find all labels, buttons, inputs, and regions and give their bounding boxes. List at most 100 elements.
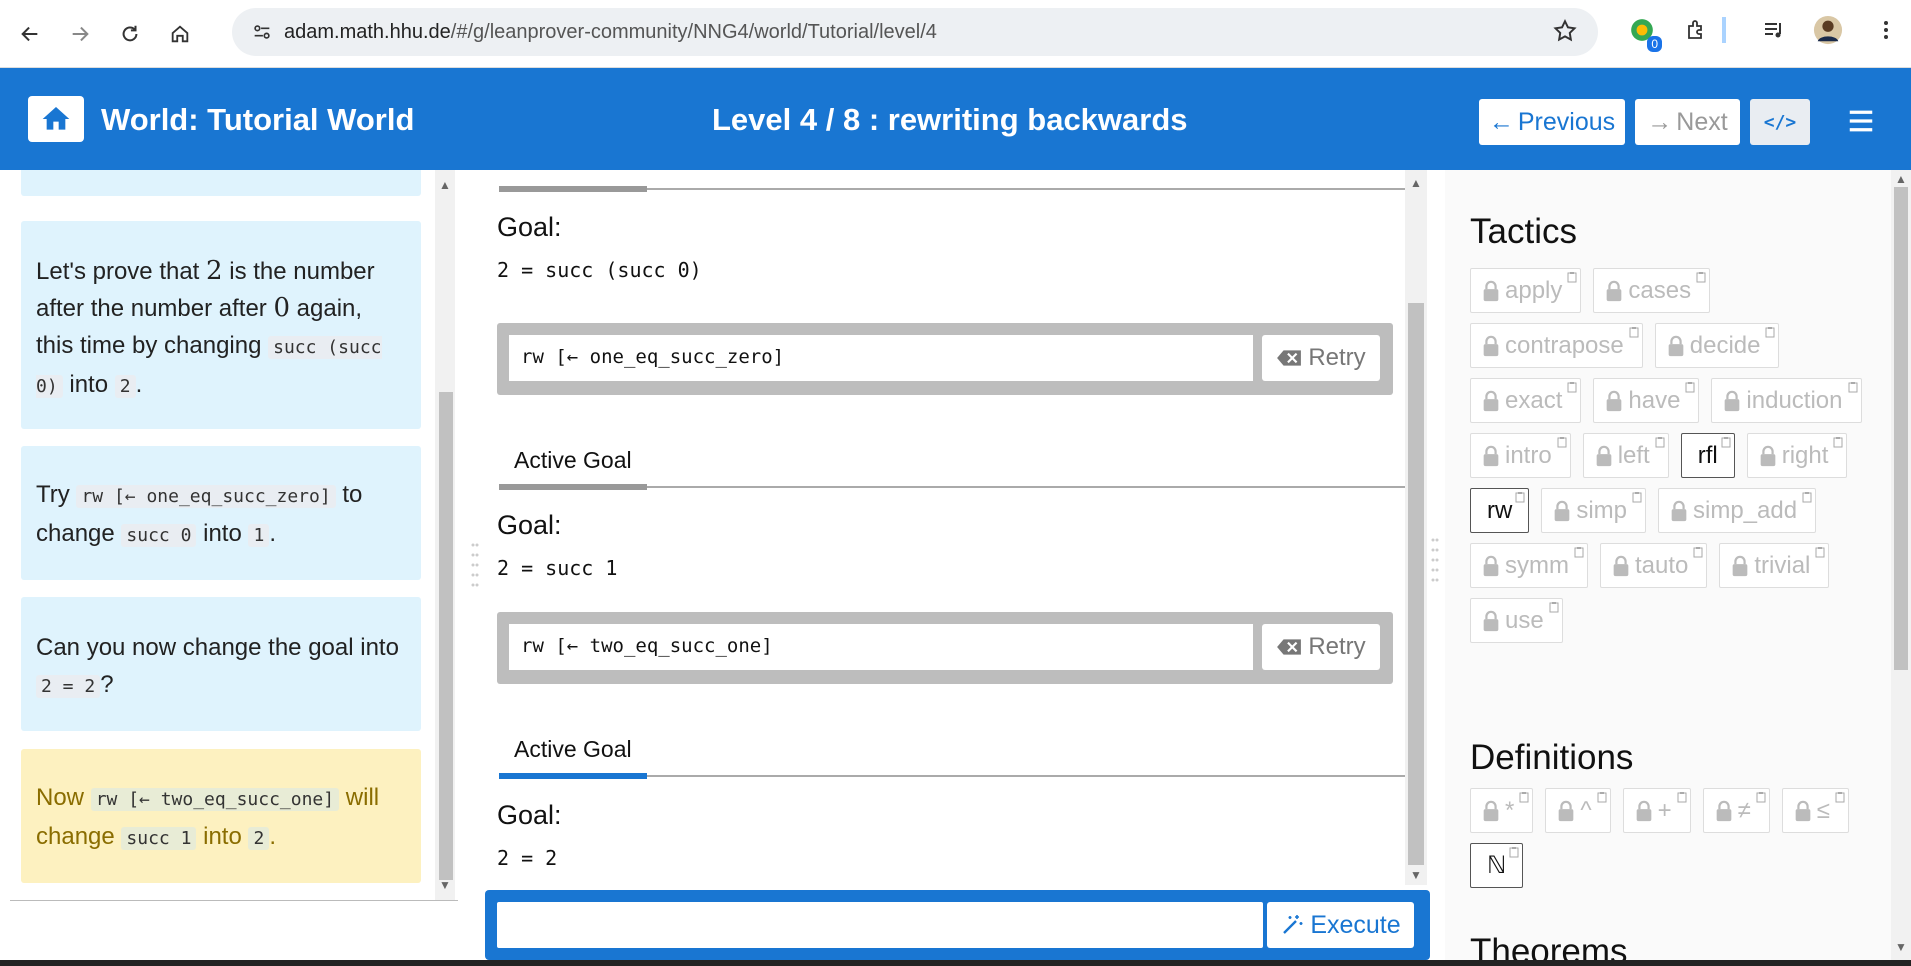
inventory-item-label: tauto <box>1634 551 1689 579</box>
editor-mode-button[interactable]: </> <box>1750 99 1810 145</box>
lock-icon <box>1733 555 1748 576</box>
clipboard-icon <box>1833 437 1843 448</box>
lock-icon <box>1483 280 1499 301</box>
scroll-up-icon[interactable]: ▲ <box>439 178 451 192</box>
inventory-item[interactable]: contrapose <box>1470 323 1643 368</box>
command-input[interactable] <box>497 902 1263 948</box>
inventory-item-label: ≠ <box>1737 796 1751 824</box>
clipboard-icon <box>1509 847 1519 858</box>
resize-handle-icon[interactable] <box>1431 535 1439 595</box>
lock-icon <box>1607 280 1622 301</box>
inventory-item[interactable]: apply <box>1470 268 1582 313</box>
tactics-list: apply cases contrapose decide exact have induc… <box>1470 268 1880 643</box>
home-icon[interactable] <box>162 16 198 52</box>
inventory-item[interactable]: induction <box>1711 378 1862 423</box>
inventory-scrollbar[interactable]: ▲ ▼ <box>1891 170 1911 960</box>
inventory-item-label: ℕ <box>1487 852 1507 879</box>
scroll-down-icon[interactable]: ▼ <box>439 878 451 892</box>
backspace-icon <box>1277 350 1302 366</box>
inventory-item[interactable]: trivial <box>1719 543 1830 588</box>
reload-icon[interactable] <box>112 16 148 52</box>
definitions-heading: Definitions <box>1470 738 1634 777</box>
next-button[interactable]: → Next <box>1635 99 1740 145</box>
tab-active-goal[interactable]: Active Goal <box>514 170 632 176</box>
hint-message: Can you now change the goal into 2 = 2? <box>21 597 421 731</box>
inventory-item[interactable]: simp_add <box>1658 488 1817 533</box>
inventory-item[interactable]: symm <box>1470 543 1588 588</box>
inventory-item-label: * <box>1505 796 1515 824</box>
app-header: World: Tutorial World Level 4 / 8 : rewr… <box>0 68 1911 170</box>
scroll-down-icon[interactable]: ▼ <box>1895 940 1907 954</box>
inventory-item[interactable]: ^ <box>1545 788 1611 833</box>
command-input-bar: Execute <box>485 890 1430 960</box>
scroll-up-icon[interactable]: ▲ <box>1410 176 1422 190</box>
inventory-item-label: intro <box>1505 441 1552 469</box>
execute-button[interactable]: Execute <box>1267 902 1414 948</box>
inventory-item[interactable]: use <box>1470 598 1563 643</box>
lock-icon <box>1716 800 1731 821</box>
inventory-item[interactable]: rw <box>1470 488 1530 533</box>
home-button[interactable] <box>28 96 84 142</box>
inventory-item[interactable]: decide <box>1654 323 1780 368</box>
inventory-item[interactable]: exact <box>1470 378 1582 423</box>
extension-icon[interactable]: 0 <box>1626 14 1662 52</box>
forward-icon[interactable] <box>62 16 98 52</box>
intro-scrollbar[interactable]: ▲ ▼ <box>435 170 455 901</box>
retry-button[interactable]: Retry <box>1262 624 1380 670</box>
goal-expression: 2 = succ 1 <box>497 556 618 580</box>
scrollbar-thumb[interactable] <box>439 392 453 880</box>
lock-icon <box>1483 445 1499 466</box>
inventory-item[interactable]: + <box>1622 788 1691 833</box>
inventory-item[interactable]: intro <box>1470 433 1571 478</box>
inventory-item[interactable]: left <box>1582 433 1669 478</box>
hamburger-menu-icon[interactable] <box>1846 106 1876 136</box>
scrollbar-thumb[interactable] <box>1408 303 1424 865</box>
goal-label: Goal: <box>497 510 562 540</box>
clipboard-icon <box>1597 792 1607 803</box>
inventory-item-label: symm <box>1505 551 1569 579</box>
clipboard-icon <box>1721 437 1731 448</box>
goal-label: Goal: <box>497 800 562 830</box>
clipboard-icon <box>1567 272 1577 283</box>
clipboard-icon <box>1696 272 1706 283</box>
lock-icon <box>1483 335 1499 356</box>
resize-handle-icon[interactable] <box>471 540 479 600</box>
inventory-item[interactable]: * <box>1470 788 1534 833</box>
profile-avatar[interactable] <box>1812 14 1844 46</box>
tab-indicator-active <box>499 773 647 779</box>
world-title: World: Tutorial World <box>101 102 415 137</box>
proof-panel: Active Goal Goal: 2 = succ (succ 0) rw [… <box>485 170 1405 895</box>
previous-button[interactable]: ← Previous <box>1479 99 1625 145</box>
inventory-item[interactable]: ≤ <box>1781 788 1849 833</box>
back-icon[interactable] <box>12 16 48 52</box>
scroll-up-icon[interactable]: ▲ <box>1895 172 1907 186</box>
tab-indicator <box>499 484 647 490</box>
inventory-item[interactable]: have <box>1593 378 1700 423</box>
lock-icon <box>1668 335 1684 356</box>
url-text: adam.math.hhu.de/#/g/leanprover-communit… <box>284 20 937 43</box>
scroll-down-icon[interactable]: ▼ <box>1410 868 1422 882</box>
browser-menu-icon[interactable] <box>1870 14 1902 46</box>
inventory-item[interactable]: ≠ <box>1702 788 1770 833</box>
level-title: Level 4 / 8 : rewriting backwards <box>712 102 1188 137</box>
inventory-item[interactable]: tauto <box>1599 543 1708 588</box>
retry-button[interactable]: Retry <box>1262 335 1380 381</box>
inventory-item[interactable]: simp <box>1541 488 1646 533</box>
inventory-item[interactable]: right <box>1746 433 1848 478</box>
address-bar[interactable]: adam.math.hhu.de/#/g/leanprover-communit… <box>232 8 1598 56</box>
media-queue-icon[interactable] <box>1758 14 1790 46</box>
lock-icon <box>1483 800 1499 821</box>
bookmark-star-icon[interactable] <box>1552 18 1578 44</box>
site-info-icon[interactable] <box>240 10 284 54</box>
puzzle-extensions-icon[interactable] <box>1680 14 1712 46</box>
divider <box>10 900 458 901</box>
tab-active-goal[interactable]: Active Goal <box>514 447 632 474</box>
inventory-item[interactable]: rfl <box>1680 433 1735 478</box>
inventory-item[interactable]: ℕ <box>1470 843 1524 888</box>
proof-scrollbar[interactable]: ▲ ▼ <box>1405 170 1427 885</box>
tab-active-goal[interactable]: Active Goal <box>514 736 632 763</box>
inventory-item-label: apply <box>1505 276 1563 304</box>
tab-indicator <box>499 186 647 192</box>
inventory-item[interactable]: cases <box>1593 268 1711 313</box>
scrollbar-thumb[interactable] <box>1894 187 1908 670</box>
